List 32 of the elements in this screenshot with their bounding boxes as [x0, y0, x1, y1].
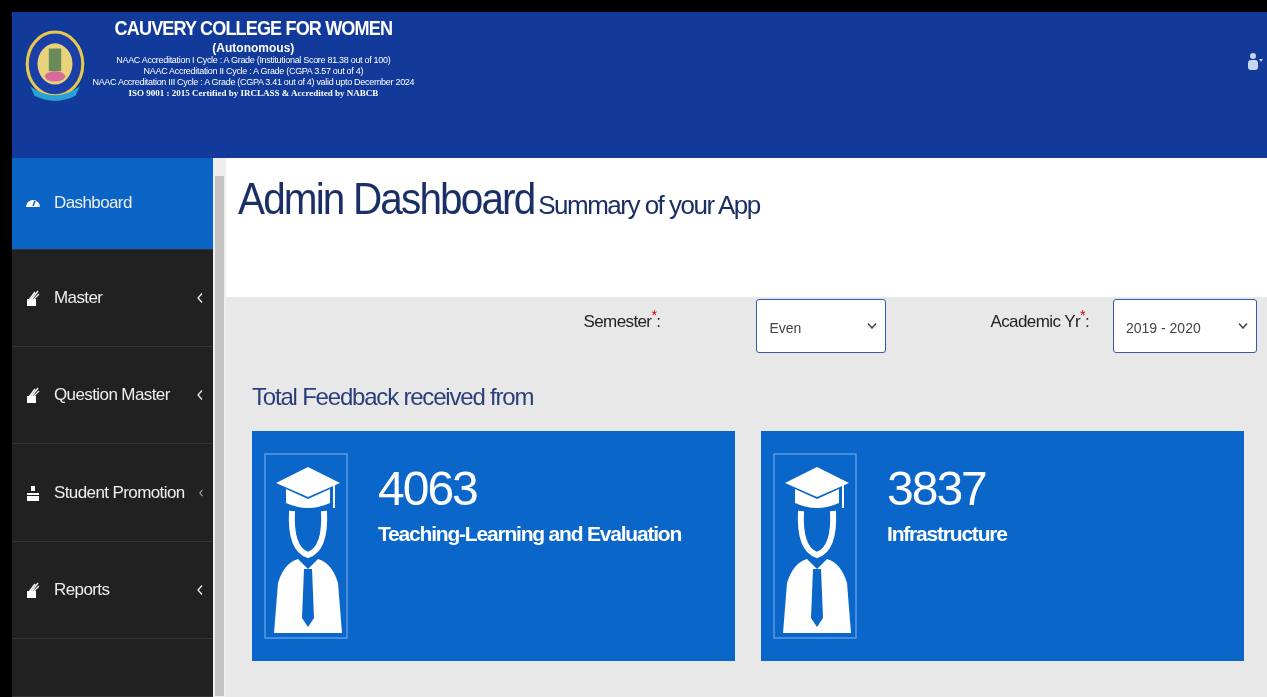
stat-card[interactable]: 4063 Teaching-Learning and Evaluation: [252, 431, 735, 661]
feedback-count: 4063: [378, 461, 478, 516]
dropdown-select[interactable]: 2019 - 2020: [1113, 299, 1257, 353]
user-menu-button[interactable]: [1247, 52, 1263, 70]
accreditation-line: NAAC Accreditation III Cycle : A Grade (CGPA 3.41 out of 4) valid upto December 2024: [92, 77, 415, 88]
pen-paper-icon: [26, 289, 40, 306]
accreditation-line: NAAC Accreditation II Cycle : A Grade (CGPA 3.57 out of 4): [143, 66, 364, 77]
feedback-category: Teaching-Learning and Evaluation: [378, 522, 682, 546]
pen-paper-icon: [26, 387, 40, 404]
chevron-down-icon: [867, 323, 878, 329]
college-name: CAUVERY COLLEGE FOR WOMEN: [114, 16, 393, 40]
accreditation-line: NAAC Accreditation I Cycle : A Grade (Institutional Score 81.38 out of 100): [116, 55, 391, 66]
page-subtitle: Summary of your App: [538, 190, 760, 221]
dropdown-select[interactable]: Even: [756, 299, 887, 353]
chevron-down-icon: [1238, 323, 1248, 329]
sitemap-icon: [26, 484, 40, 501]
scrollbar[interactable]: [213, 158, 226, 697]
sidebar-item[interactable]: Dashboard: [12, 158, 213, 250]
filter-label: Semester$^{*}$:: [583, 307, 661, 332]
filter-label: Academic Yr$^{*}$:: [990, 307, 1089, 332]
college-emblem-icon: [24, 30, 86, 102]
college-subtitle: (Autonomous): [212, 41, 295, 55]
iso-certification: ISO 9001 : 2015 Certified by IRCLASS & Accredited by NABCB: [128, 88, 379, 99]
pen-paper-icon: [26, 581, 40, 598]
graduate-icon: [773, 453, 857, 639]
page-title: Admin Dashboard: [238, 174, 535, 224]
graduate-icon: [264, 453, 348, 639]
feedback-category: Infrastructure: [887, 522, 1007, 546]
dashboard-gauge-icon: [26, 199, 40, 208]
feedback-count: 3837: [887, 461, 987, 516]
stat-card[interactable]: 3837 Infrastructure: [761, 431, 1244, 661]
section-title: Total Feedback received from: [252, 383, 535, 411]
